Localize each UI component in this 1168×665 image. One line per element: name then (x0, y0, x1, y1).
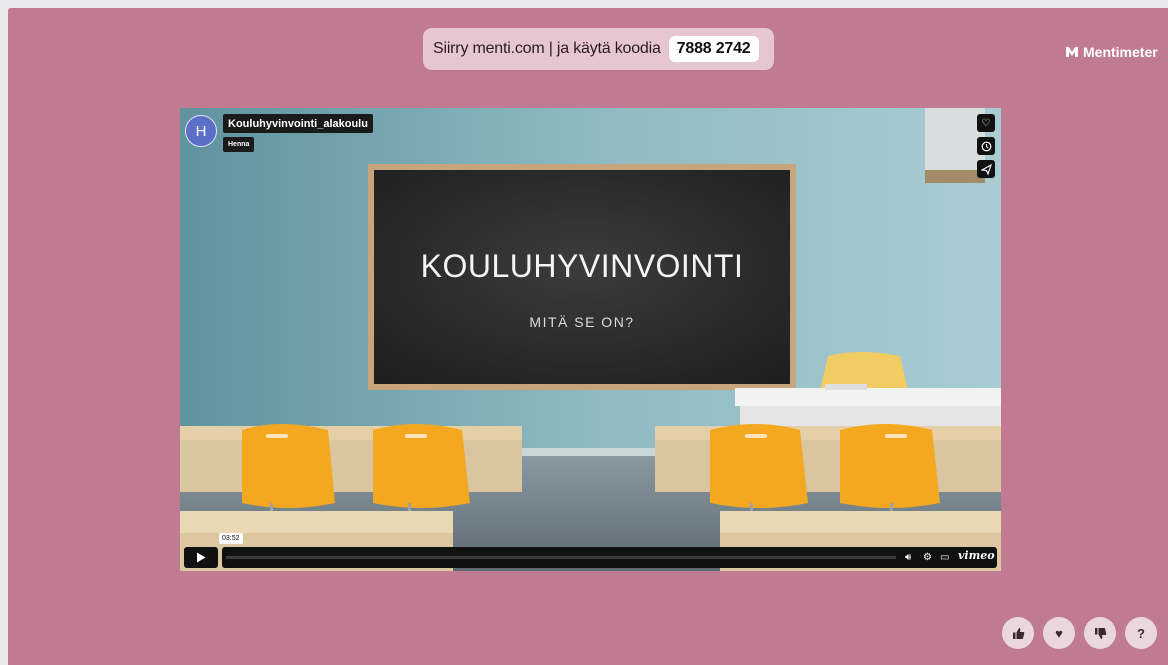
reaction-bar: ♥ ? (1002, 617, 1157, 649)
video-author[interactable]: Henna (223, 137, 255, 152)
watch-later-button[interactable] (977, 137, 995, 155)
share-button[interactable] (977, 160, 995, 178)
thumbs-up-icon (1012, 627, 1024, 639)
like-video-button[interactable]: ♡ (977, 114, 995, 132)
share-icon (980, 163, 992, 175)
volume-icon[interactable]: 🔊︎ (905, 551, 911, 564)
heart-icon: ♥ (1055, 625, 1063, 641)
video-player[interactable]: H Kouluhyvinvointi_alakoulu Henna ♡ KOUL… (180, 108, 1001, 571)
chalkboard-title: KOULUHYVINVOINTI (420, 248, 744, 284)
progress-track[interactable] (226, 556, 896, 559)
timestamp: 03:52 (219, 533, 243, 544)
vimeo-logo[interactable]: vimeo (958, 549, 995, 562)
dislike-reaction-button[interactable] (1084, 617, 1116, 649)
picture-in-picture-icon[interactable]: ▭ (940, 551, 949, 564)
progress-bar[interactable]: 🔊︎ ⚙ ▭ vimeo (222, 547, 997, 568)
mentimeter-logo: Mentimeter (1066, 44, 1158, 60)
chalkboard-subtitle: MITÄ SE ON? (529, 314, 635, 330)
play-icon (197, 552, 206, 563)
play-button[interactable] (184, 547, 218, 568)
question-label: ? (1137, 625, 1145, 641)
player-controls: 🔊︎ ⚙ ▭ vimeo 03:52 (180, 533, 1001, 568)
heart-icon: ♡ (981, 117, 991, 129)
classroom-scene (180, 108, 1001, 571)
join-instructions: Siirry menti.com | ja käytä koodia 7888 … (423, 28, 774, 70)
author-avatar[interactable]: H (185, 115, 217, 147)
join-text: Siirry menti.com | ja käytä koodia (433, 40, 661, 57)
heart-reaction-button[interactable]: ♥ (1043, 617, 1075, 649)
video-title[interactable]: Kouluhyvinvointi_alakoulu (223, 114, 373, 133)
like-reaction-button[interactable] (1002, 617, 1034, 649)
clock-icon (981, 141, 991, 151)
thumbs-down-icon (1094, 627, 1106, 639)
mentimeter-mark-icon (1066, 47, 1078, 57)
question-reaction-button[interactable]: ? (1125, 617, 1157, 649)
settings-icon[interactable]: ⚙ (923, 551, 932, 564)
brand-name: Mentimeter (1083, 44, 1158, 60)
join-code: 7888 2742 (668, 36, 759, 62)
